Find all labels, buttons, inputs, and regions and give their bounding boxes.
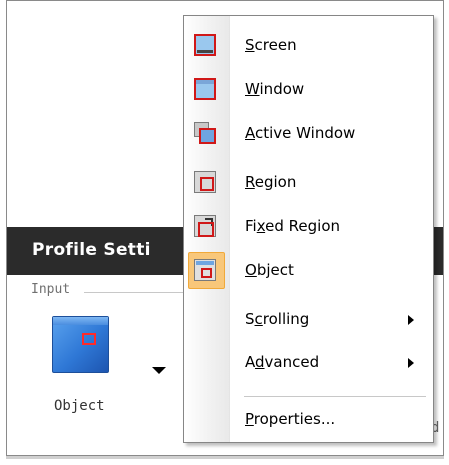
menu-item-label: Object bbox=[245, 261, 294, 279]
menu-item-label: Region bbox=[245, 173, 297, 191]
submenu-arrow-icon bbox=[408, 315, 414, 325]
fixed-region-capture-icon bbox=[194, 215, 216, 237]
object-button-label: Object bbox=[54, 398, 105, 414]
menu-item-properties[interactable]: Properties... bbox=[185, 398, 432, 442]
menu-item-label: Properties... bbox=[245, 410, 336, 428]
menu-item-label: Fixed Region bbox=[245, 217, 341, 235]
thumb-selection-marker bbox=[82, 333, 96, 345]
screen-capture-icon bbox=[194, 34, 216, 56]
region-capture-icon bbox=[194, 171, 216, 193]
frame-bottom-edge bbox=[6, 456, 444, 459]
input-section-label: Input bbox=[31, 282, 71, 297]
submenu-arrow-icon bbox=[408, 358, 414, 368]
menu-separator bbox=[244, 396, 426, 397]
window-capture-icon bbox=[194, 78, 216, 100]
input-section-divider bbox=[84, 292, 184, 293]
menu-item-advanced[interactable]: Advanced bbox=[185, 341, 432, 385]
menu-item-label: Scrolling bbox=[245, 310, 310, 328]
header-title: Profile Setti bbox=[32, 240, 151, 260]
menu-item-label: Advanced bbox=[245, 353, 320, 371]
menu-item-label: Window bbox=[245, 80, 305, 98]
active-window-capture-icon bbox=[194, 122, 216, 144]
menu-item-label: Active Window bbox=[245, 124, 356, 142]
thumb-titlebar bbox=[53, 317, 108, 325]
menu-item-label: Screen bbox=[245, 36, 297, 54]
menu-item-active-window[interactable]: Active Window bbox=[185, 112, 432, 156]
input-dropdown-arrow-icon[interactable] bbox=[152, 367, 166, 374]
menu-item-scrolling[interactable]: Scrolling bbox=[185, 298, 432, 342]
menu-item-fixed-region[interactable]: Fixed Region bbox=[185, 205, 432, 249]
capture-mode-menu: Screen Window Active Window Region Fixed… bbox=[183, 15, 434, 443]
object-capture-icon bbox=[194, 259, 216, 281]
menu-item-screen[interactable]: Screen bbox=[185, 24, 432, 68]
menu-item-region[interactable]: Region bbox=[185, 161, 432, 205]
menu-item-object[interactable]: Object bbox=[185, 249, 432, 293]
object-input-button[interactable] bbox=[52, 316, 109, 373]
menu-item-window[interactable]: Window bbox=[185, 68, 432, 112]
